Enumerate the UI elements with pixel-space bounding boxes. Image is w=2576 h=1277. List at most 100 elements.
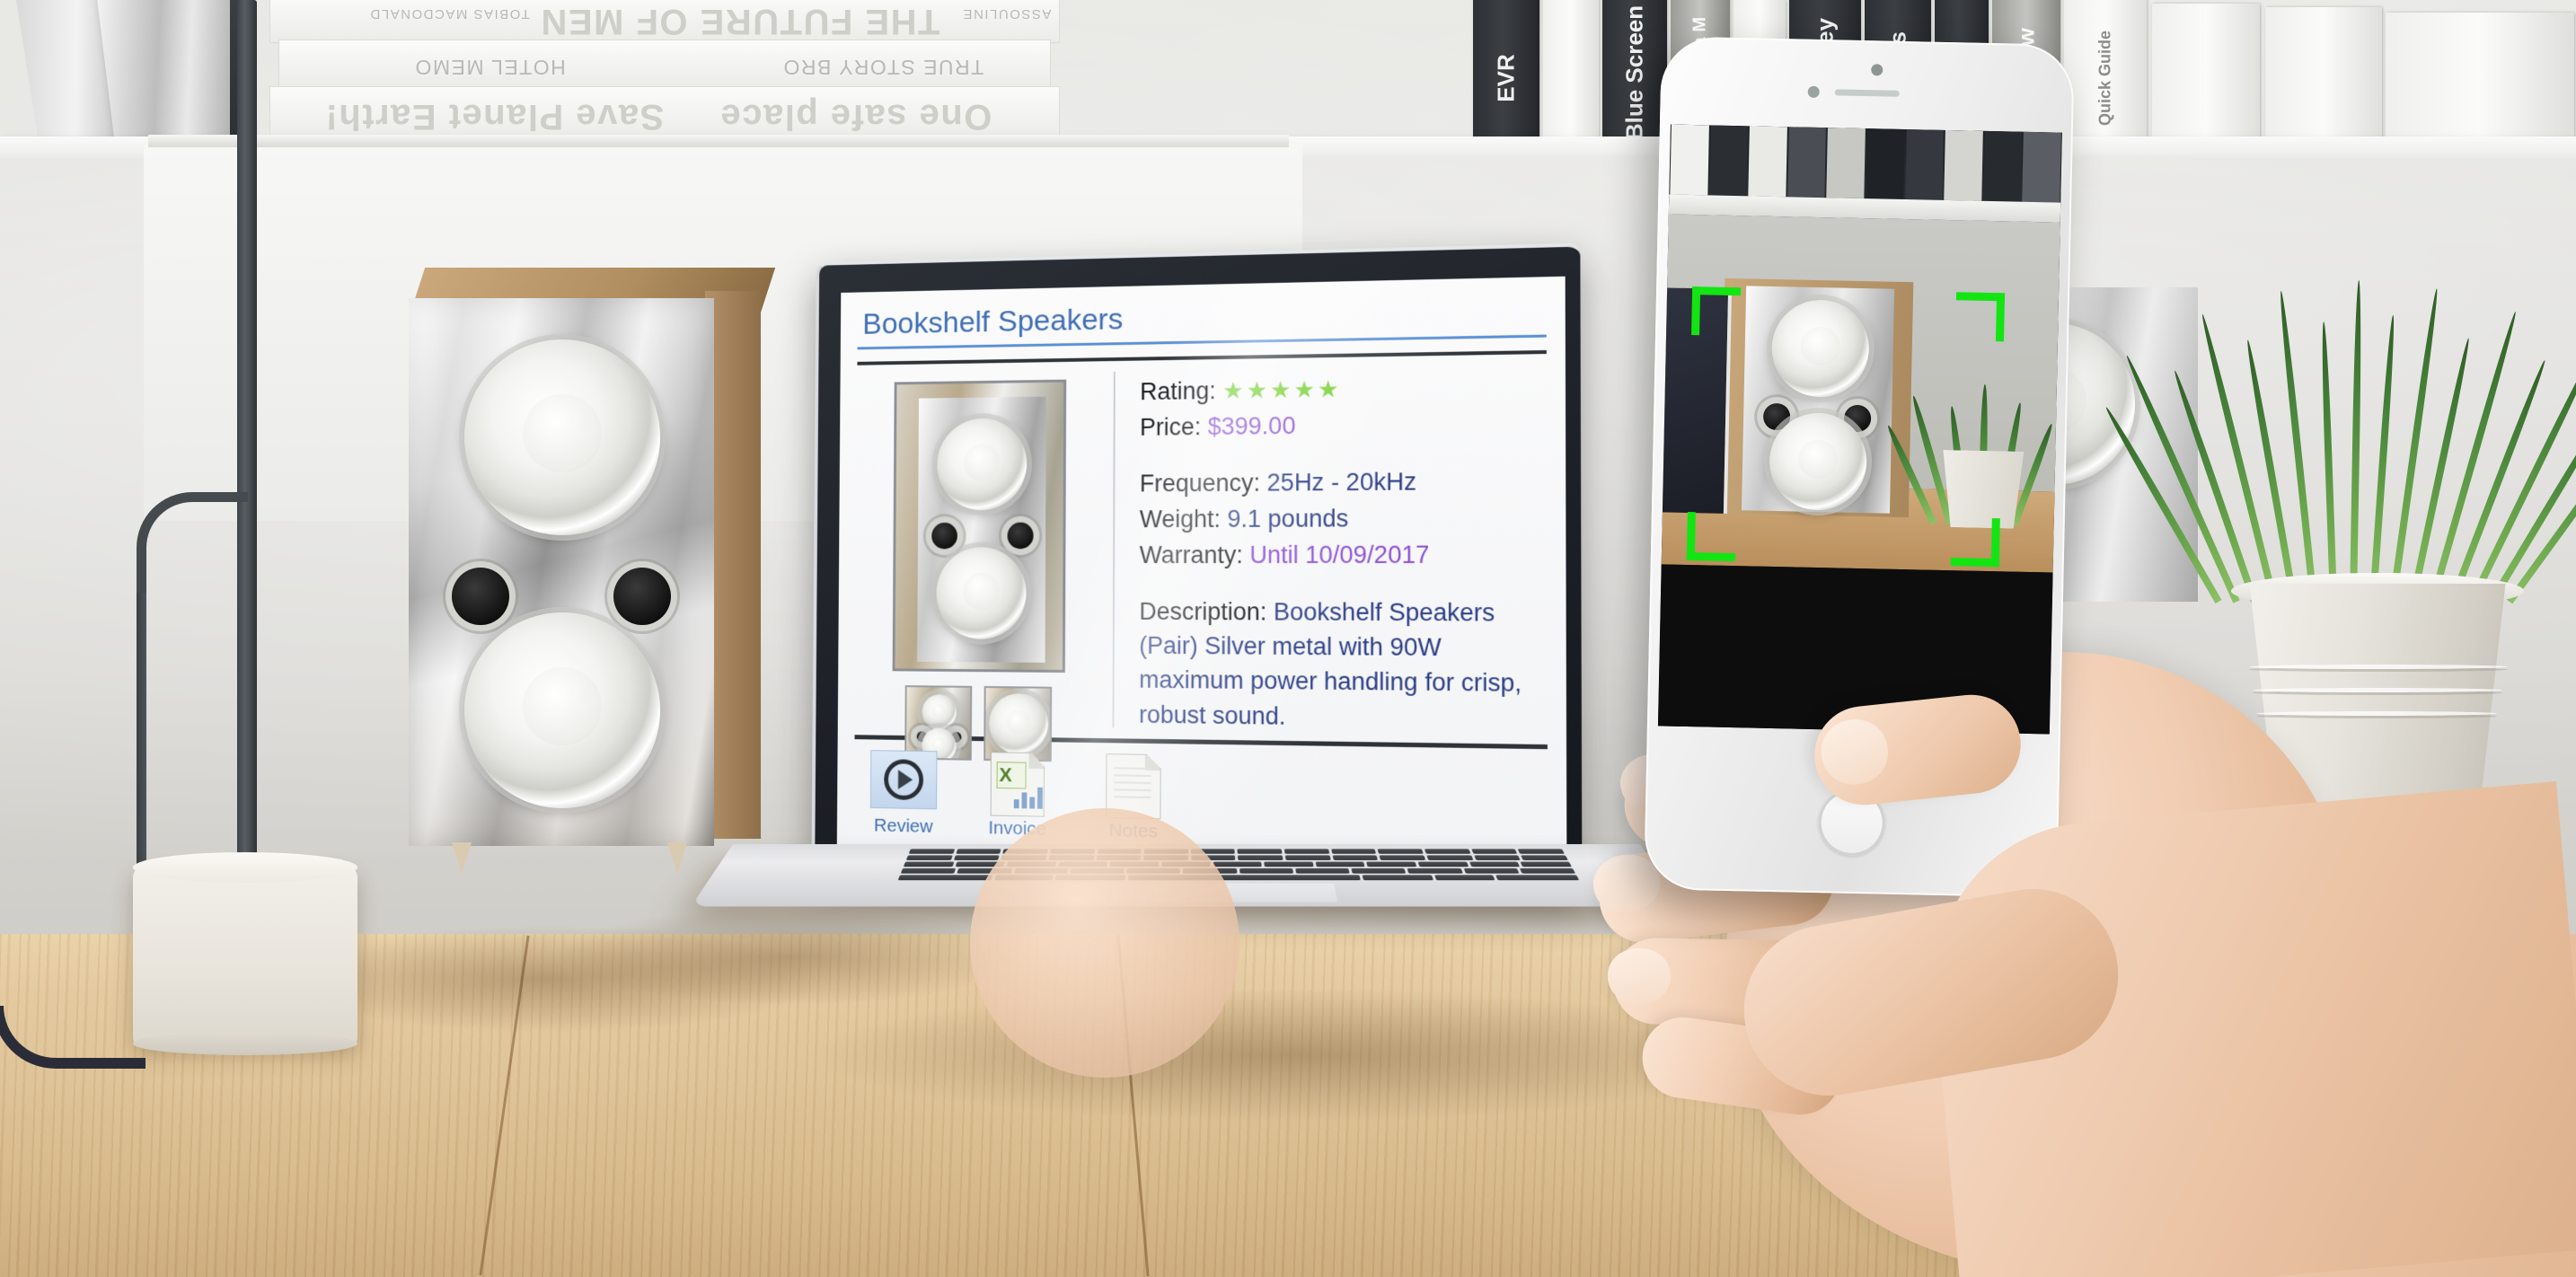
attachment-label-review: Review xyxy=(873,815,933,837)
book-spine-blank-5 xyxy=(2265,7,2382,158)
proximity-sensor-icon xyxy=(1871,64,1883,76)
book-title-future-of-men: THE FUTURE OF MEN xyxy=(540,2,940,41)
front-camera-icon xyxy=(1807,85,1820,98)
book-title-one-safe-place: One safe place xyxy=(719,97,992,137)
book-spine-label: Blue Screen xyxy=(1620,4,1648,141)
book-spine-quick-guide: Quick Guide xyxy=(2064,0,2147,158)
viewfinder-speaker-baffle xyxy=(1741,286,1895,514)
lamp-arm-drop xyxy=(137,593,146,880)
book-spine-blank-4 xyxy=(2152,4,2260,158)
speaker-foot-right xyxy=(667,842,687,875)
document-text-lines xyxy=(1114,767,1151,804)
bar-chart-icon xyxy=(1014,783,1043,808)
spec-row-price: Price: $399.00 xyxy=(1140,406,1547,445)
hero-tweeter-right xyxy=(1007,522,1034,550)
spreadsheet-file-icon: X xyxy=(984,752,1052,815)
video-thumbnail xyxy=(869,750,938,810)
ar-bracket-top-right xyxy=(1954,292,2006,342)
thumb-driver-closeup xyxy=(989,692,1049,755)
spreadsheet-page-shape: X xyxy=(991,752,1045,817)
finger-on-laptop xyxy=(970,808,1239,1078)
spec-row-warranty: Warranty: Until 10/09/2017 xyxy=(1140,537,1548,572)
camera-viewfinder[interactable] xyxy=(1657,124,2062,735)
book-layer-top: THE FUTURE OF MEN TOBIAS MACDONALD ASSOU… xyxy=(269,0,1060,43)
viewfinder-book xyxy=(1708,125,1749,197)
rating-stars: ★★★★★ xyxy=(1222,374,1342,404)
spec-row-weight: Weight: 9.1 pounds xyxy=(1140,500,1548,536)
ar-bracket-bottom-right xyxy=(1950,517,2000,568)
speaker-front-baffle xyxy=(409,298,714,846)
lamp-arm-curve xyxy=(137,492,248,609)
hero-woofer-upper xyxy=(937,418,1028,511)
spec-label-frequency: Frequency: xyxy=(1139,469,1261,498)
lower-shelf-lip xyxy=(148,135,1289,147)
book-spine-blank-1 xyxy=(1543,0,1599,158)
viewfinder-woofer-lower xyxy=(1768,411,1868,512)
laptop-lid: Bookshelf Speakers Rating: ★★★★★ Price: … xyxy=(811,242,1583,892)
phone-screen[interactable] xyxy=(1657,124,2062,735)
thumbnail-driver-closeup[interactable] xyxy=(984,685,1053,762)
book-title-assouline: ASSOULINE xyxy=(962,6,1052,22)
earpiece-speaker-icon xyxy=(1834,89,1900,97)
frequency-value: 25Hz - 20kHz xyxy=(1266,467,1416,497)
viewfinder-woofer-upper xyxy=(1770,298,1870,399)
description-label: Description: xyxy=(1139,597,1267,626)
viewfinder-book xyxy=(1787,127,1827,198)
woofer-lower xyxy=(464,612,660,808)
thumb-woofer-upper xyxy=(922,694,957,730)
viewfinder-book xyxy=(1670,124,1709,196)
spec-label-weight: Weight: xyxy=(1139,505,1222,533)
left-book-stack: THE FUTURE OF MEN TOBIAS MACDONALD ASSOU… xyxy=(269,0,1060,142)
viewfinder-book xyxy=(2022,131,2061,203)
spec-label-rating: Rating: xyxy=(1140,377,1216,406)
attachment-review[interactable]: Review xyxy=(864,750,943,838)
warranty-value: Until 10/09/2017 xyxy=(1249,541,1430,569)
book-spine-evr: EVR xyxy=(1473,0,1539,158)
product-specs: Rating: ★★★★★ Price: $399.00 Frequency: … xyxy=(1123,349,1548,737)
speaker-foot-left xyxy=(452,842,472,875)
woofer-upper xyxy=(464,339,660,535)
page-title-bar: Bookshelf Speakers xyxy=(857,293,1547,350)
page-title: Bookshelf Speakers xyxy=(862,302,1124,341)
ar-shopping-scene: THE FUTURE OF MEN TOBIAS MACDONALD ASSOU… xyxy=(0,0,2576,1277)
hero-speaker-render xyxy=(917,396,1046,663)
product-body: Rating: ★★★★★ Price: $399.00 Frequency: … xyxy=(854,349,1548,762)
weight-value: 9.1 pounds xyxy=(1227,505,1349,533)
book-spine-label: Quick Guide xyxy=(2095,30,2114,127)
viewfinder-book xyxy=(1982,130,2023,202)
laptop-screen: Bookshelf Speakers Rating: ★★★★★ Price: … xyxy=(836,276,1567,867)
tweeter-left xyxy=(452,568,509,625)
power-cord xyxy=(0,1006,146,1069)
spec-row-frequency: Frequency: 25Hz - 20kHz xyxy=(1140,463,1547,501)
tweeter-right xyxy=(613,568,671,625)
product-detail-page: Bookshelf Speakers Rating: ★★★★★ Price: … xyxy=(836,276,1567,867)
product-gallery xyxy=(854,371,1116,762)
spec-row-rating: Rating: ★★★★★ xyxy=(1140,368,1547,409)
book-layer-bottom: Save Planet Earth! One safe place xyxy=(269,86,1060,140)
book-title-true-story-bro: TRUE STORY BRO xyxy=(782,56,984,79)
viewfinder-book xyxy=(1904,129,1945,200)
book-title-save-planet-earth: Save Planet Earth! xyxy=(324,97,665,137)
ar-bracket-top-left xyxy=(1691,286,1742,337)
lamp-pole xyxy=(237,0,257,903)
page-fold-corner xyxy=(1028,753,1044,769)
thumbnail-nail xyxy=(1818,716,1892,788)
book-title-hotel-memo: HOTEL MEMO xyxy=(414,56,566,79)
hero-woofer-lower xyxy=(936,547,1027,640)
viewfinder-book xyxy=(1826,128,1866,199)
viewfinder-book xyxy=(1748,126,1787,198)
hero-tweeter-left xyxy=(931,522,957,550)
thumbnail-speaker-front[interactable] xyxy=(904,685,973,761)
product-description: Description: Bookshelf Speakers (Pair) S… xyxy=(1139,594,1548,737)
ar-bracket-bottom-left xyxy=(1686,512,1736,562)
viewfinder-book xyxy=(1944,129,1983,201)
viewfinder-plant xyxy=(1884,344,2055,526)
book-title-tobias-macdonald: TOBIAS MACDONALD xyxy=(369,6,530,22)
fingernail-ring xyxy=(1607,947,1672,1005)
spec-label-price: Price: xyxy=(1140,413,1202,442)
video-file-icon xyxy=(869,750,938,813)
product-hero-image[interactable] xyxy=(892,379,1067,673)
spec-label-warranty: Warranty: xyxy=(1139,542,1243,569)
book-layer-middle: HOTEL MEMO TRUE STORY BRO xyxy=(278,40,1051,90)
